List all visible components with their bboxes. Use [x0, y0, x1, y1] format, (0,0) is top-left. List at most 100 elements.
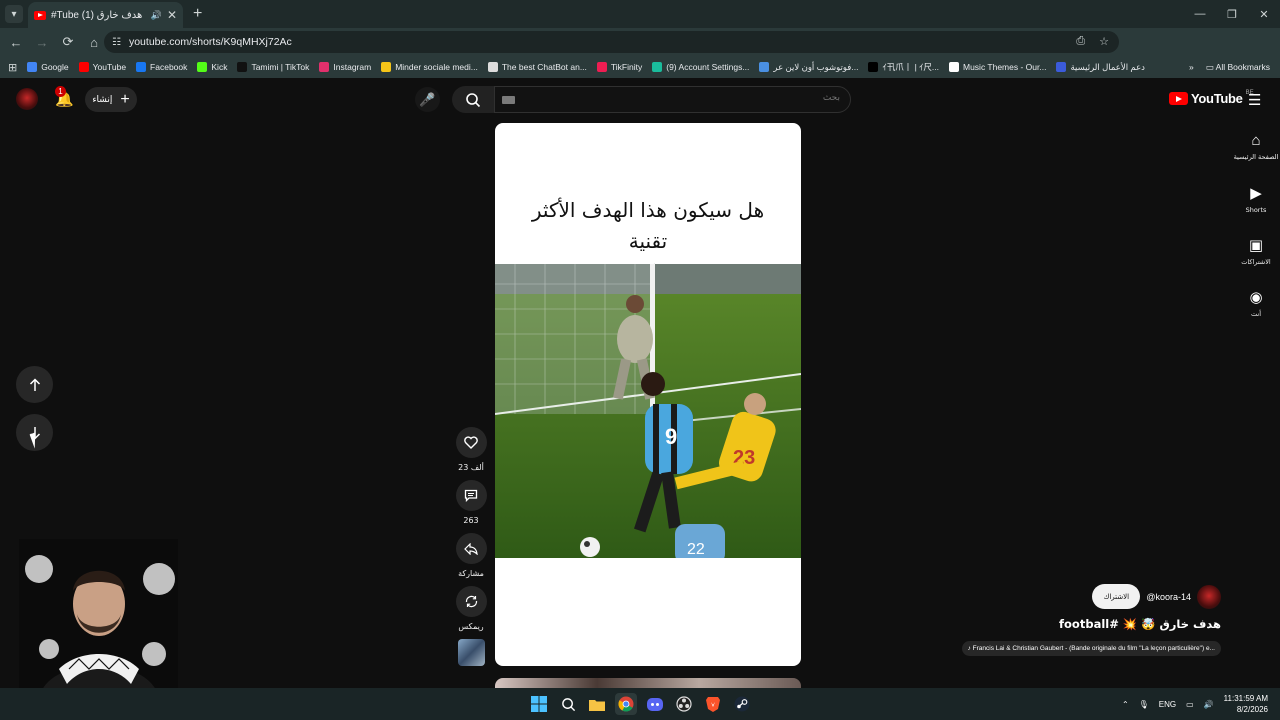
search-input[interactable] [540, 93, 840, 103]
bookmark-item[interactable]: دعم الأعمال الرئيسية [1056, 61, 1145, 73]
all-bookmarks[interactable]: ▭ All Bookmarks [1206, 62, 1270, 73]
search-button[interactable] [452, 86, 494, 113]
window-controls: — ❐ ✕ [1184, 0, 1280, 28]
sound-thumbnail[interactable] [457, 639, 485, 666]
bookmark-item[interactable]: (9) Account Settings... [652, 61, 749, 73]
tab-search-dropdown-icon[interactable]: ▾ [5, 5, 23, 23]
subscribe-button[interactable]: الاشتراك [1092, 584, 1141, 609]
bookmark-item[interactable]: The best ChatBot an... [487, 61, 587, 73]
clock-date: 8/2/2026 [1236, 705, 1268, 714]
like-action[interactable]: 23 ألف [455, 427, 487, 472]
bookmark-item[interactable]: ｲ卂爪丨 | ｲ尺... [868, 61, 939, 73]
bookmark-item[interactable]: Music Themes - Our... [949, 61, 1046, 73]
bookmark-label: Minder sociale medi... [395, 62, 478, 72]
remix-icon [465, 595, 477, 608]
home-button[interactable]: ⌂ [82, 30, 106, 54]
channel-avatar[interactable] [1197, 584, 1221, 609]
previous-short-button[interactable] [16, 366, 53, 403]
sound-link[interactable]: ♪ Francis Lai & Christian Gaubert - (Ban… [961, 641, 1221, 656]
restore-button[interactable]: ❐ [1216, 0, 1248, 28]
bookmark-item[interactable]: Minder sociale medi... [381, 61, 478, 73]
youtube-logo[interactable]: YouTube BE [1169, 90, 1254, 106]
comments-button[interactable] [455, 480, 487, 511]
bookmark-item[interactable]: TikFinity [596, 61, 642, 73]
plus-icon: + [120, 90, 130, 108]
clock[interactable]: 11:31:59 AM 8/2/2026 [1224, 693, 1268, 715]
guide-menu-icon[interactable]: ☰ [1248, 91, 1261, 109]
bookmark-favicon-icon [136, 62, 147, 72]
bookmark-item[interactable]: Google [27, 61, 69, 73]
minimize-button[interactable]: — [1184, 0, 1216, 28]
search-box[interactable] [494, 86, 851, 113]
guide-item-subscriptions[interactable]: ▣ الاشتراكات [1232, 228, 1280, 280]
guide-label: الاشتراكات [1241, 258, 1271, 266]
guide-item-you[interactable]: ◉ أنت [1232, 280, 1280, 332]
bookmark-label: Instagram [333, 62, 372, 72]
bookmark-label: Facebook [150, 62, 188, 72]
close-window-button[interactable]: ✕ [1248, 0, 1280, 28]
speaker-icon[interactable]: 🔊 [151, 10, 162, 21]
browser-tab-active[interactable]: #Tube (1) هدف خارق 🔊 ✕ [28, 2, 183, 28]
guide-item-home[interactable]: ⌂ الصفحة الرئيسية [1232, 124, 1280, 176]
share-button[interactable] [455, 533, 487, 564]
create-label: إنشاء [92, 94, 113, 104]
subscriptions-icon: ▣ [1248, 237, 1264, 254]
remix-action[interactable]: ريمكس [455, 586, 487, 631]
create-button[interactable]: إنشاء + [85, 87, 137, 112]
chrome-icon[interactable] [615, 693, 637, 715]
comment-count: 263 [463, 516, 479, 525]
keyboard-icon[interactable] [502, 96, 515, 104]
back-button[interactable]: ← [4, 30, 28, 54]
browser-tab-bar: ▾ #Tube (1) هدف خارق 🔊 ✕ + — ❐ ✕ [0, 0, 1280, 28]
address-bar-row: ← → ⟳ ⌂ ☷ youtube.com/shorts/K9qMHXj72Ac… [0, 28, 1280, 77]
bookmark-item[interactable]: Facebook [136, 61, 187, 73]
bookmark-item[interactable]: Instagram [319, 61, 371, 73]
voice-search-mic-icon[interactable]: 🎤 [415, 87, 440, 112]
notifications-bell-icon[interactable]: 🔔 1 [55, 86, 75, 110]
short-title[interactable]: هدف خارق 🤯 💥 #football [1059, 617, 1221, 631]
steam-icon[interactable] [731, 693, 753, 715]
microphone-icon[interactable]: 🎙 [1139, 700, 1149, 709]
shorts-video-player[interactable]: هل سيكون هذا الهدف الأكثر تقنية في تاريخ… [495, 123, 801, 666]
channel-info: الاشتراك @koora-14 [1092, 584, 1221, 609]
comments-action[interactable]: 263 [455, 480, 487, 525]
bookmarks-bar: ⊞ Google YouTube Facebook Kick Tamimi | TikT… [0, 56, 1280, 78]
taskbar-search-icon[interactable] [557, 693, 579, 715]
share-action[interactable]: مشاركة [455, 533, 487, 578]
like-button[interactable] [455, 427, 487, 458]
tab-close-icon[interactable]: ✕ [167, 8, 177, 22]
obs-icon[interactable] [673, 693, 695, 715]
url-text[interactable]: youtube.com/shorts/K9qMHXj72Ac [129, 36, 292, 48]
guide-item-shorts[interactable]: ▶ Shorts [1232, 176, 1280, 228]
account-avatar[interactable] [16, 88, 38, 110]
youtube-play-logo-icon [1169, 92, 1188, 105]
file-explorer-icon[interactable] [586, 693, 608, 715]
show-hidden-icons-icon[interactable]: ⌃ [1122, 700, 1129, 709]
omnibox[interactable]: ☷ youtube.com/shorts/K9qMHXj72Ac ⎙ ☆ [104, 31, 1119, 53]
bookmark-item[interactable]: Tamimi | TikTok [237, 61, 309, 73]
bookmark-star-icon[interactable]: ☆ [1099, 35, 1109, 48]
windows-start-icon[interactable] [528, 693, 550, 715]
steam-logo-icon [734, 696, 750, 712]
bookmark-item[interactable]: Kick [197, 61, 227, 73]
reload-button[interactable]: ⟳ [56, 30, 80, 54]
bookmark-item[interactable]: فوتوشوب أون لاين عر... [759, 61, 858, 73]
more-bookmarks-icon[interactable]: » [1189, 62, 1194, 72]
new-tab-button[interactable]: + [193, 5, 202, 23]
brave-icon[interactable] [702, 693, 724, 715]
discord-icon[interactable] [644, 693, 666, 715]
remix-button[interactable] [455, 586, 487, 617]
site-info-icon[interactable]: ☷ [112, 37, 121, 48]
bookmark-favicon-icon [197, 62, 208, 72]
volume-icon[interactable]: 🔊 [1204, 700, 1214, 709]
install-app-icon[interactable]: ⎙ [1076, 35, 1085, 48]
forward-button[interactable]: → [30, 30, 54, 54]
channel-handle[interactable]: @koora-14 [1146, 592, 1191, 602]
bookmark-item[interactable]: YouTube [78, 61, 126, 73]
apps-grid-icon[interactable]: ⊞ [8, 61, 17, 74]
network-icon[interactable]: ▭ [1186, 700, 1194, 709]
obs-logo-icon [676, 696, 692, 712]
bookmark-favicon-icon [596, 62, 607, 72]
language-indicator[interactable]: ENG [1159, 700, 1176, 709]
next-short-preview[interactable] [495, 678, 801, 688]
